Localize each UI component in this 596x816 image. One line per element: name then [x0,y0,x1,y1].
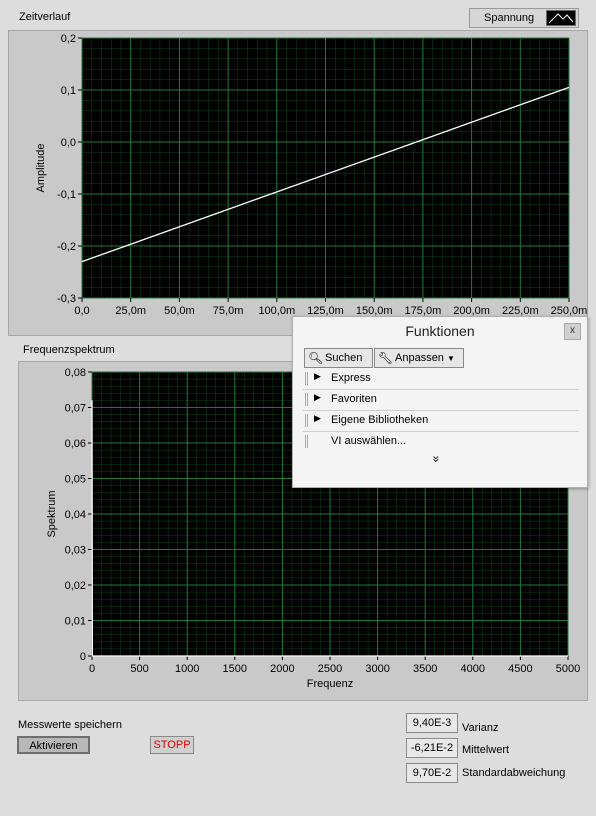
save-measurements-label: Messwerte speichern [18,719,122,731]
stop-button[interactable]: STOPP [150,736,194,754]
y-tick-label: 0,06 [65,438,86,450]
y-tick-label: 0,2 [61,33,76,45]
palette-item-vi-auswaehlen[interactable]: VI auswählen... [303,432,579,452]
stddev-label: Standardabweichung [462,767,566,779]
palette-item-label: Express [331,372,371,384]
y-tick-label: 0,04 [65,509,86,521]
palette-item-label: Eigene Bibliotheken [331,414,429,426]
x-tick-label: 100,0m [258,305,295,317]
x-tick-label: 2500 [318,663,342,675]
search-button[interactable]: 🔍︎ Suchen [304,348,373,368]
x-tick-label: 5000 [556,663,580,675]
palette-item-express[interactable]: ▶ Express [303,369,579,390]
mean-indicator: -6,21E-2 [406,738,458,758]
functions-palette[interactable]: Funktionen x 🔍︎ Suchen 🔧︎ Anpassen ▼ ▶ E… [292,316,588,488]
grip-icon [305,372,308,385]
grip-icon [305,414,308,427]
x-tick-label: 25,0m [115,305,146,317]
customize-button[interactable]: 🔧︎ Anpassen ▼ [374,348,464,368]
palette-item-favoriten[interactable]: ▶ Favoriten [303,390,579,411]
x-axis-label: Frequenz [307,678,353,690]
y-tick-label: 0,05 [65,474,86,486]
x-tick-label: 1000 [175,663,199,675]
x-tick-label: 500 [130,663,148,675]
x-tick-label: 3000 [365,663,389,675]
x-tick-label: 0 [89,663,95,675]
y-tick-label: -0,2 [57,241,76,253]
y-tick-label: 0,03 [65,545,86,557]
x-tick-label: 75,0m [213,305,244,317]
x-tick-label: 1500 [223,663,247,675]
customize-button-label: Anpassen [395,352,444,364]
x-tick-label: 3500 [413,663,437,675]
x-tick-label: 4000 [461,663,485,675]
palette-close-button[interactable]: x [564,323,581,340]
palette-item-label: VI auswählen... [331,435,407,447]
x-tick-label: 2000 [270,663,294,675]
x-tick-label: 4500 [508,663,532,675]
grip-icon [305,393,308,406]
y-tick-label: 0,01 [65,616,86,628]
grip-icon [305,435,308,448]
variance-label: Varianz [462,722,499,734]
y-tick-label: 0 [80,651,86,663]
y-tick-label: -0,1 [57,189,76,201]
expand-triangle-icon: ▶ [314,392,321,402]
y-axis-label: Spektrum [46,490,58,537]
y-tick-label: 0,02 [65,580,86,592]
stddev-indicator: 9,70E-2 [406,763,458,783]
palette-title: Funktionen [405,323,475,339]
y-tick-label: 0,07 [65,403,86,415]
y-tick-label: -0,3 [57,293,76,305]
time-graph[interactable]: 0,20,10,0-0,1-0,2-0,30,0 25,0m 50,0m 75,0m 1… [0,0,596,340]
mean-label: Mittelwert [462,744,510,756]
y-tick-label: 0,1 [61,85,76,97]
search-button-label: Suchen [325,352,363,364]
expand-triangle-icon: ▶ [314,413,321,423]
y-tick-label: 0,08 [65,367,86,379]
expand-triangle-icon: ▶ [314,371,321,381]
wrench-icon: 🔧︎ [378,351,394,365]
activate-button[interactable]: Aktivieren [17,736,90,754]
y-axis-label: Amplitude [35,144,47,193]
x-tick-label: 0,0 [74,305,89,317]
variance-indicator: 9,40E-3 [406,713,458,733]
search-icon: 🔍︎ [308,351,324,365]
expand-more-icon[interactable]: » [429,456,443,463]
dropdown-arrow-icon: ▼ [447,354,455,363]
palette-item-label: Favoriten [331,393,377,405]
y-tick-label: 0,0 [61,137,76,149]
x-tick-label: 50,0m [164,305,195,317]
palette-item-eigene-bibliotheken[interactable]: ▶ Eigene Bibliotheken [303,411,579,432]
